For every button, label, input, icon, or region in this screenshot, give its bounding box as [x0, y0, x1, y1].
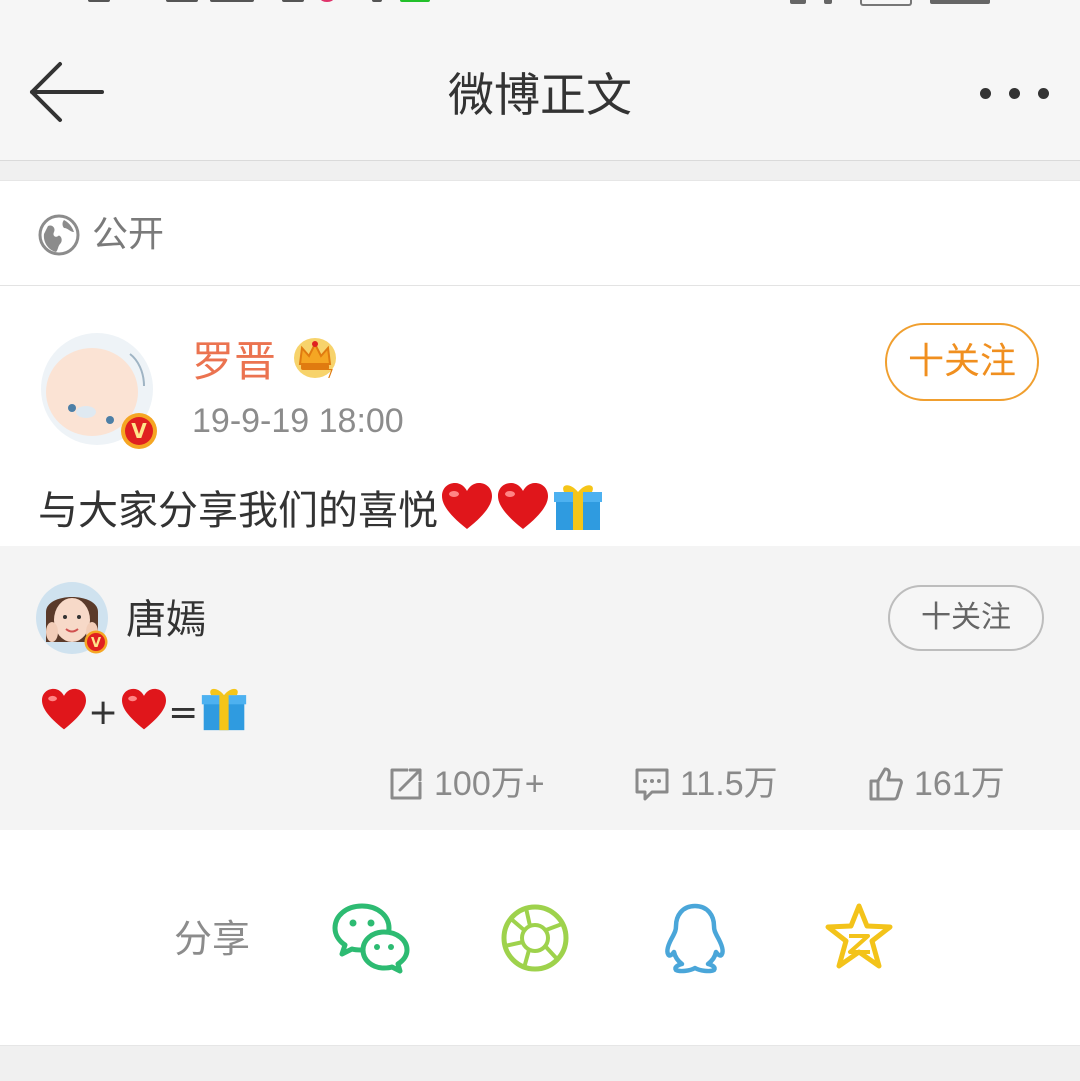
- avatar[interactable]: V: [36, 582, 108, 654]
- author-name[interactable]: 罗晋: [192, 334, 276, 390]
- visibility-label: 公开: [92, 214, 165, 255]
- verified-badge: V: [84, 630, 108, 654]
- repost-follow-button[interactable]: 十关注: [888, 585, 1044, 651]
- crown-icon[interactable]: 7: [292, 334, 338, 380]
- more-dots-icon: [980, 88, 991, 99]
- repost-count-button[interactable]: 100万+: [388, 760, 568, 808]
- more-options-button[interactable]: [972, 80, 1058, 110]
- heart-emoji: [42, 688, 86, 730]
- comment-count: 11.5万: [680, 765, 778, 803]
- plus-sign: +: [88, 692, 119, 733]
- post-timestamp: 19-9-19 18:00: [192, 402, 404, 440]
- heart-emoji: [122, 688, 167, 730]
- page-title: 微博正文: [448, 68, 632, 122]
- svg-text:V: V: [91, 636, 101, 651]
- visibility-row: 公开: [0, 181, 1080, 286]
- reposted-weibo[interactable]: V 唐嫣 十关注 + = 100万+ 11.5万 161万: [0, 546, 1080, 830]
- avatar[interactable]: V: [40, 332, 157, 449]
- wechat-icon[interactable]: [332, 902, 410, 974]
- heart-emoji: [498, 483, 548, 529]
- thumbs-up-icon: [869, 767, 903, 801]
- follow-button[interactable]: 十关注: [885, 323, 1039, 401]
- comment-icon: [635, 768, 669, 801]
- post-text: 与大家分享我们的喜悦: [38, 480, 604, 539]
- verified-badge: V: [121, 413, 157, 449]
- like-count-button[interactable]: 161万: [868, 760, 1028, 808]
- bottom-divider: [0, 1045, 1080, 1081]
- repost-icon: [390, 768, 422, 800]
- moments-icon[interactable]: [496, 902, 574, 974]
- qzone-icon[interactable]: [820, 902, 898, 974]
- repost-count: 100万+: [434, 765, 545, 803]
- gift-emoji: [202, 688, 247, 731]
- status-bar: [0, 0, 1080, 10]
- status-icons-left: [88, 0, 438, 4]
- share-label: 分享: [174, 917, 251, 961]
- equals-sign: =: [168, 692, 199, 733]
- weibo-post: V 罗晋 7 19-9-19 18:00 十关注 与大家分享我们的喜悦: [0, 286, 1080, 546]
- post-text-content: 与大家分享我们的喜悦: [38, 488, 438, 534]
- top-navigation-bar: 微博正文: [0, 10, 1080, 161]
- qq-icon[interactable]: [656, 902, 734, 974]
- globe-icon: [38, 214, 80, 256]
- comment-count-button[interactable]: 11.5万: [634, 760, 804, 808]
- status-icons-right: [790, 0, 1010, 6]
- repost-text: + =: [38, 684, 248, 739]
- svg-text:V: V: [131, 419, 147, 443]
- gift-emoji: [554, 485, 602, 530]
- repost-author-name[interactable]: 唐嫣: [126, 594, 206, 646]
- share-bar: 分享: [0, 830, 1080, 1045]
- section-divider: [0, 161, 1080, 181]
- like-count: 161万: [914, 765, 1005, 803]
- svg-text:7: 7: [326, 367, 334, 380]
- heart-emoji: [442, 483, 492, 529]
